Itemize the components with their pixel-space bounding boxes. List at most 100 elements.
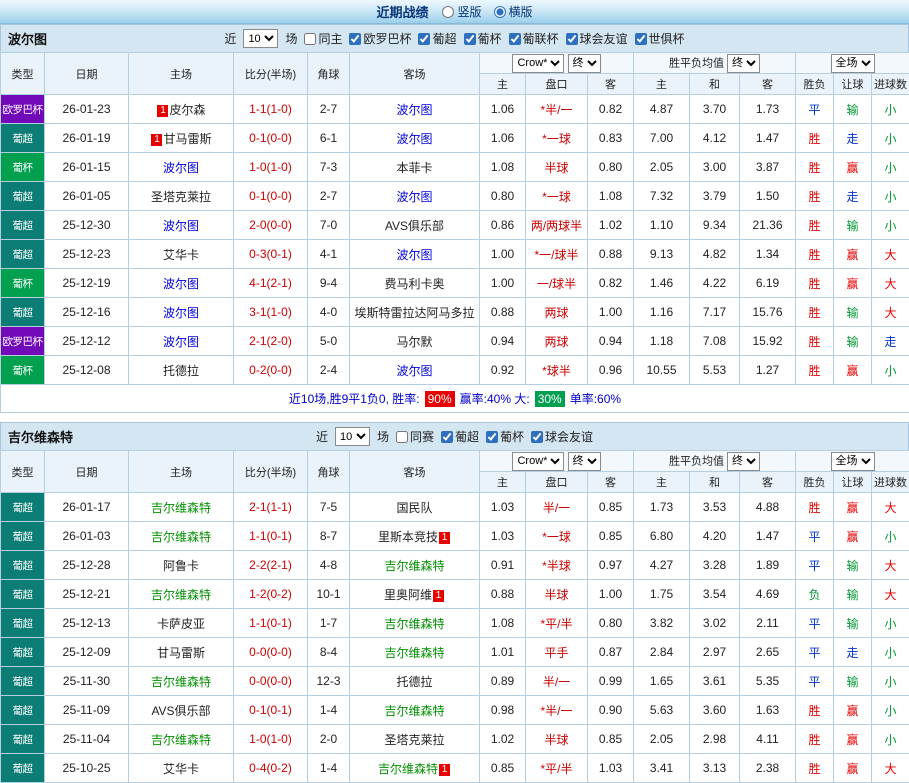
team-link[interactable]: 波尔图 — [396, 190, 432, 204]
avg-draw-cell: 3.28 — [690, 551, 740, 580]
odds-away-cell: 0.97 — [588, 551, 634, 580]
team-link[interactable]: 吉尔维森特 — [151, 588, 211, 602]
avg-draw-cell: 3.02 — [690, 609, 740, 638]
filter-checkbox[interactable] — [566, 33, 578, 45]
team-link[interactable]: 波尔图 — [396, 103, 432, 117]
filter-checkbox[interactable] — [418, 33, 430, 45]
near-count-select[interactable]: 10 — [243, 29, 278, 48]
date-cell: 25-12-09 — [45, 638, 129, 667]
filter-checkbox[interactable] — [396, 431, 408, 443]
result-handicap-cell: 赢 — [834, 522, 872, 551]
layout-horizontal-option[interactable]: 横版 — [494, 3, 533, 20]
team-link[interactable]: 吉尔维森特 — [384, 559, 444, 573]
league-cell: 葡超 — [1, 240, 45, 269]
team-link[interactable]: 吉尔维森特 — [151, 733, 211, 747]
match-row: 葡超25-11-30吉尔维森特0-0(0-0)12-3托德拉0.89半/一0.9… — [1, 667, 909, 696]
team-link[interactable]: 吉尔维森特 — [151, 530, 211, 544]
score-cell: 0-0(0-0) — [234, 667, 308, 696]
vertical-radio[interactable] — [442, 6, 454, 18]
team-link[interactable]: 吉尔维森特 — [378, 762, 438, 776]
filter-option[interactable]: 世俱杯 — [635, 30, 685, 47]
odds-final-select[interactable]: 终 — [568, 54, 601, 73]
team-link: 马尔默 — [396, 335, 432, 349]
filter-checkbox[interactable] — [486, 431, 498, 443]
team-link[interactable]: 波尔图 — [163, 335, 199, 349]
layout-vertical-option[interactable]: 竖版 — [442, 3, 481, 20]
filter-checkbox[interactable] — [464, 33, 476, 45]
full-match-select[interactable]: 全场 — [831, 54, 875, 73]
filter-checkbox[interactable] — [441, 431, 453, 443]
team-link: 里斯本竞技 — [378, 530, 438, 544]
score-cell: 0-3(0-1) — [234, 240, 308, 269]
filter-label: 同赛 — [410, 428, 434, 445]
team-link[interactable]: 波尔图 — [163, 306, 199, 320]
team-link[interactable]: 波尔图 — [396, 364, 432, 378]
filter-option[interactable]: 葡联杯 — [509, 30, 559, 47]
odds-company-select[interactable]: Crow* — [512, 452, 564, 471]
avg-draw-cell: 3.79 — [690, 182, 740, 211]
team-link[interactable]: 波尔图 — [163, 277, 199, 291]
team-link[interactable]: 吉尔维森特 — [384, 617, 444, 631]
avg-home-cell: 7.32 — [634, 182, 690, 211]
sub-header-avg-draw: 和 — [690, 74, 740, 95]
near-count-select[interactable]: 10 — [335, 427, 370, 446]
sub-header-odds-away: 客 — [588, 472, 634, 493]
corners-cell: 4-1 — [308, 240, 350, 269]
full-match-select[interactable]: 全场 — [831, 452, 875, 471]
result-goals-cell: 大 — [872, 240, 909, 269]
result-outcome-cell: 胜 — [796, 182, 834, 211]
handicap-cell: 半/一 — [526, 667, 588, 696]
odds-company-select[interactable]: Crow* — [512, 54, 564, 73]
result-handicap-cell: 输 — [834, 211, 872, 240]
team-link[interactable]: 波尔图 — [163, 161, 199, 175]
team-link[interactable]: 吉尔维森特 — [384, 704, 444, 718]
filter-checkbox[interactable] — [509, 33, 521, 45]
match-row: 葡超25-12-30波尔图2-0(0-0)7-0AVS俱乐部0.86两/两球半1… — [1, 211, 909, 240]
avg-away-cell: 1.73 — [740, 95, 796, 124]
handicap-cell: *一球 — [526, 182, 588, 211]
date-cell: 25-12-28 — [45, 551, 129, 580]
team-link: 卡萨皮亚 — [157, 617, 205, 631]
sub-header-odds-handicap: 盘口 — [526, 74, 588, 95]
result-outcome-cell: 平 — [796, 667, 834, 696]
horizontal-radio[interactable] — [494, 6, 506, 18]
filter-option[interactable]: 葡杯 — [464, 30, 502, 47]
filter-option[interactable]: 球会友谊 — [531, 428, 593, 445]
team-link[interactable]: 吉尔维森特 — [384, 646, 444, 660]
league-cell: 葡超 — [1, 211, 45, 240]
filter-checkbox[interactable] — [635, 33, 647, 45]
league-cell: 葡超 — [1, 580, 45, 609]
date-cell: 25-12-16 — [45, 298, 129, 327]
col-header-date: 日期 — [45, 451, 129, 493]
avg-home-cell: 1.46 — [634, 269, 690, 298]
odds-home-cell: 0.91 — [480, 551, 526, 580]
team-link[interactable]: 吉尔维森特 — [151, 501, 211, 515]
avg-draw-cell: 2.98 — [690, 725, 740, 754]
filter-option[interactable]: 葡超 — [418, 30, 456, 47]
team-link[interactable]: 波尔图 — [163, 219, 199, 233]
filter-option[interactable]: 欧罗巴杯 — [349, 30, 411, 47]
filter-checkbox[interactable] — [349, 33, 361, 45]
filter-option[interactable]: 球会友谊 — [566, 30, 628, 47]
avg-away-cell: 4.88 — [740, 493, 796, 522]
match-row: 葡超25-11-09AVS俱乐部0-1(0-1)1-4吉尔维森特0.98*半/一… — [1, 696, 909, 725]
team-link[interactable]: 波尔图 — [396, 132, 432, 146]
filter-checkbox[interactable] — [304, 33, 316, 45]
match-row: 葡超25-12-23艾华卡0-3(0-1)4-1波尔图1.00*一/球半0.88… — [1, 240, 909, 269]
corners-cell: 1-7 — [308, 609, 350, 638]
avg-final-select[interactable]: 终 — [727, 452, 760, 471]
team-link[interactable]: 吉尔维森特 — [151, 675, 211, 689]
filter-checkbox[interactable] — [531, 431, 543, 443]
odds-final-select[interactable]: 终 — [568, 452, 601, 471]
result-handicap-cell: 赢 — [834, 153, 872, 182]
score-cell: 1-2(0-2) — [234, 580, 308, 609]
filter-option[interactable]: 葡超 — [441, 428, 479, 445]
filter-option[interactable]: 葡杯 — [486, 428, 524, 445]
red-card-badge: 1 — [151, 134, 162, 146]
result-goals-cell: 大 — [872, 754, 909, 783]
team-link[interactable]: 波尔图 — [396, 248, 432, 262]
filter-option[interactable]: 同赛 — [396, 428, 434, 445]
filter-option[interactable]: 同主 — [304, 30, 342, 47]
team-link: 国民队 — [396, 501, 432, 515]
avg-final-select[interactable]: 终 — [727, 54, 760, 73]
